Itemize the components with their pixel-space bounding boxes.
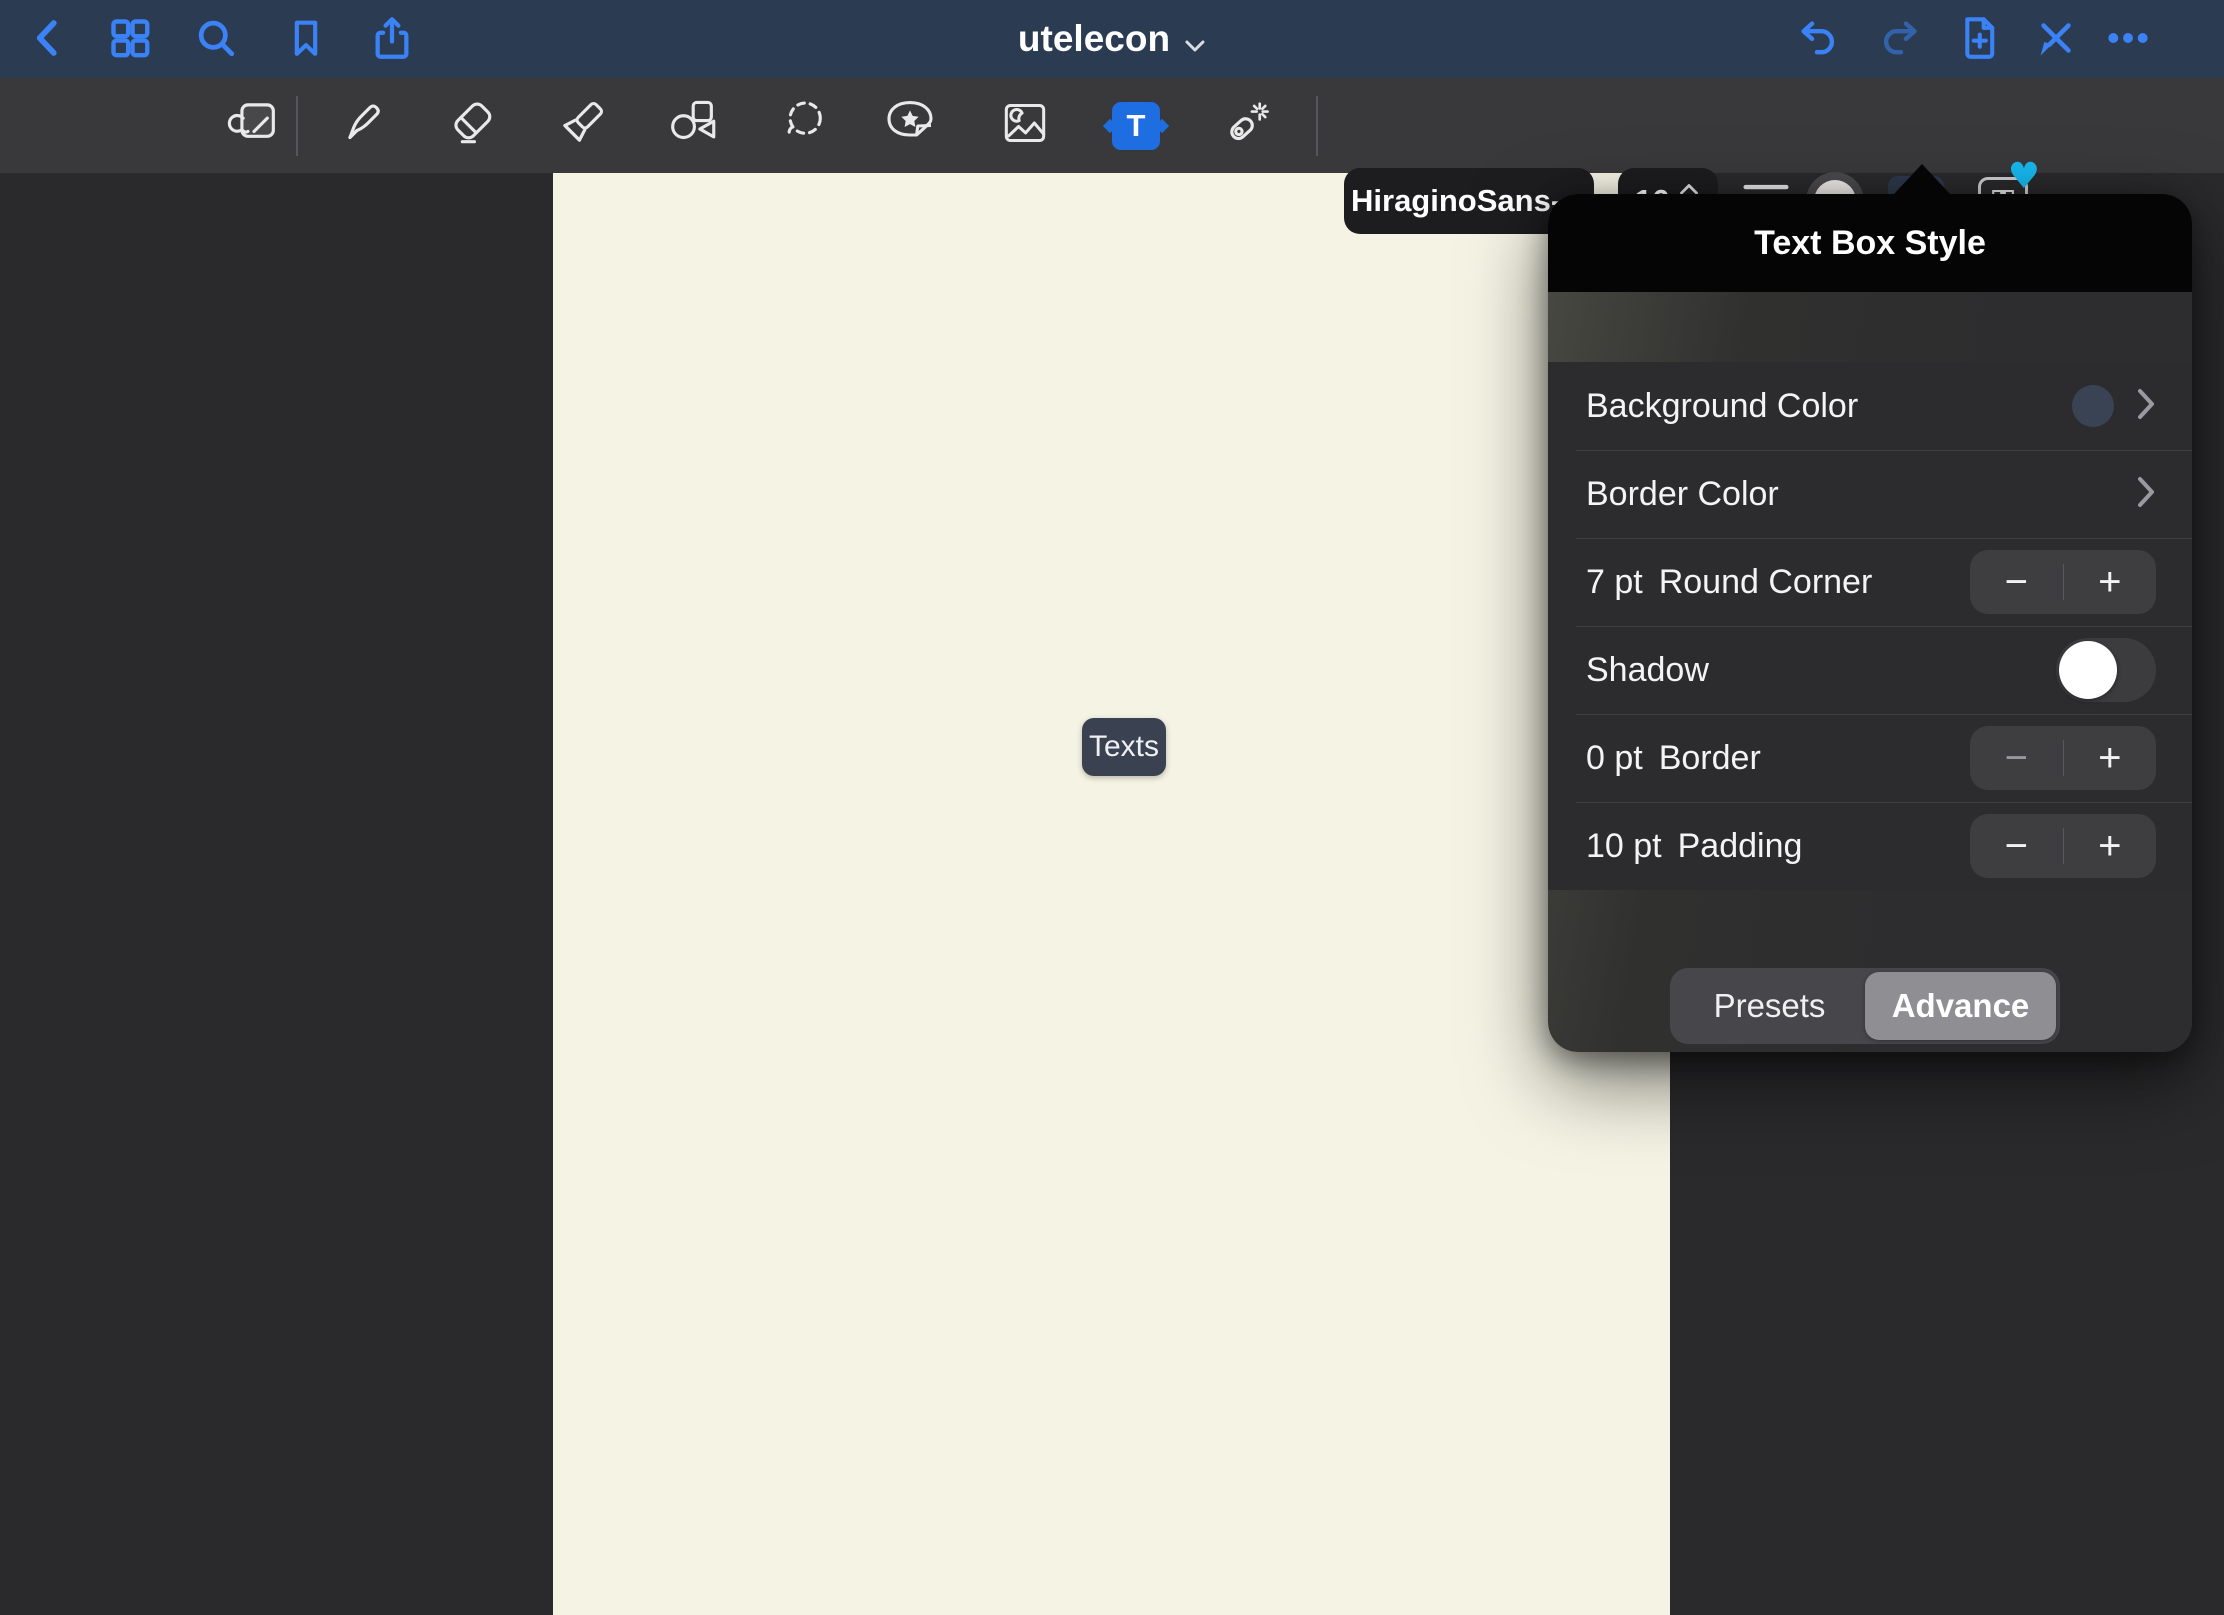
readonly-pen-icon xyxy=(2034,16,2078,60)
popover-header: Text Box Style xyxy=(1548,194,2192,292)
pages-grid-button[interactable] xyxy=(106,14,154,62)
background-color-swatch xyxy=(2072,385,2114,427)
laser-pointer-tool-button[interactable] xyxy=(1212,78,1276,173)
shapes-tool-button[interactable] xyxy=(660,78,724,173)
share-icon xyxy=(370,15,414,61)
heart-badge-icon: ♥ xyxy=(2008,159,2040,195)
chevron-right-icon xyxy=(2136,475,2156,514)
lasso-icon xyxy=(775,94,833,157)
border-stepper: − + xyxy=(1970,726,2156,790)
top-navbar: utelecon xyxy=(0,0,2224,78)
paper-page: Texts xyxy=(553,173,1670,1615)
more-icon xyxy=(2104,16,2152,60)
highlighter-icon xyxy=(553,94,611,157)
redo-button[interactable] xyxy=(1876,14,1924,62)
eraser-icon xyxy=(443,94,501,157)
document-title: utelecon xyxy=(1018,18,1170,60)
minus-button[interactable]: − xyxy=(1970,726,2063,790)
elements-icon xyxy=(225,94,283,157)
sticker-tool-button[interactable] xyxy=(878,78,942,173)
row-label: Shadow xyxy=(1586,651,1709,690)
popover-rows: Background Color Border Color 7 pt Round… xyxy=(1548,362,2192,890)
row-label: Round Corner xyxy=(1659,563,1873,602)
plus-button[interactable]: + xyxy=(2064,550,2157,614)
shadow-toggle[interactable] xyxy=(2056,638,2156,702)
row-border-width: 0 pt Border − + xyxy=(1548,714,2192,802)
pages-grid-icon xyxy=(108,16,152,60)
text-tool-icon: T xyxy=(1112,102,1160,150)
document-title-button[interactable]: utelecon xyxy=(1018,0,1206,78)
chevron-down-icon xyxy=(1184,21,1206,63)
round-corner-stepper: − + xyxy=(1970,550,2156,614)
popover-beak xyxy=(1894,164,1950,194)
sticker-icon xyxy=(880,94,940,157)
presets-advance-segmented: Presets Advance xyxy=(1670,968,2060,1044)
add-page-icon xyxy=(1956,14,2000,62)
toolbar-separator xyxy=(296,96,298,156)
pen-icon xyxy=(333,94,391,157)
more-button[interactable] xyxy=(2104,14,2152,62)
row-padding: 10 pt Padding − + xyxy=(1548,802,2192,890)
plus-button[interactable]: + xyxy=(2064,726,2157,790)
presets-tab[interactable]: Presets xyxy=(1674,972,1865,1040)
row-background-color[interactable]: Background Color xyxy=(1548,362,2192,450)
add-page-button[interactable] xyxy=(1954,14,2002,62)
app-root: utelecon xyxy=(0,0,2224,1615)
laser-pointer-icon xyxy=(1215,94,1273,157)
bookmark-icon xyxy=(286,16,326,60)
text-box-object[interactable]: Texts xyxy=(1082,718,1166,776)
search-button[interactable] xyxy=(192,14,240,62)
image-icon xyxy=(997,95,1053,156)
pen-tool-button[interactable] xyxy=(330,78,394,173)
popover-spacer xyxy=(1548,292,2192,362)
plus-button[interactable]: + xyxy=(2064,814,2157,878)
row-label: Border xyxy=(1659,739,1761,778)
chevron-right-icon xyxy=(2136,387,2156,426)
row-label: Padding xyxy=(1678,827,1803,866)
textbox-style-popover: Text Box Style Background Color Border C… xyxy=(1548,194,2192,1052)
redo-icon xyxy=(1877,16,1923,60)
highlighter-tool-button[interactable] xyxy=(550,78,614,173)
row-border-color[interactable]: Border Color xyxy=(1548,450,2192,538)
text-tool-button-selected[interactable]: T xyxy=(1104,78,1168,173)
edit-toolbar: T Hirag xyxy=(0,78,2224,173)
advance-tab[interactable]: Advance xyxy=(1865,972,2056,1040)
text-box-content: Texts xyxy=(1089,730,1159,764)
back-button[interactable] xyxy=(24,14,72,62)
round-corner-value: 7 pt xyxy=(1586,563,1643,602)
undo-button[interactable] xyxy=(1794,14,1842,62)
image-tool-button[interactable] xyxy=(993,78,1057,173)
shapes-icon xyxy=(663,94,721,157)
border-value: 0 pt xyxy=(1586,739,1643,778)
toolbar-separator xyxy=(1316,96,1318,156)
elements-tool-button[interactable] xyxy=(222,78,286,173)
readonly-pen-button[interactable] xyxy=(2032,14,2080,62)
row-label: Background Color xyxy=(1586,387,1858,426)
bookmark-button[interactable] xyxy=(282,14,330,62)
row-shadow: Shadow xyxy=(1548,626,2192,714)
minus-button[interactable]: − xyxy=(1970,814,2063,878)
row-round-corner: 7 pt Round Corner − + xyxy=(1548,538,2192,626)
eraser-tool-button[interactable] xyxy=(440,78,504,173)
back-icon xyxy=(28,16,68,60)
popover-footer: Presets Advance xyxy=(1548,890,2192,1052)
lasso-tool-button[interactable] xyxy=(772,78,836,173)
padding-value: 10 pt xyxy=(1586,827,1662,866)
search-icon xyxy=(194,16,238,60)
popover-title: Text Box Style xyxy=(1754,224,1986,263)
padding-stepper: − + xyxy=(1970,814,2156,878)
minus-button[interactable]: − xyxy=(1970,550,2063,614)
row-label: Border Color xyxy=(1586,475,1779,514)
toggle-knob xyxy=(2059,641,2117,699)
share-button[interactable] xyxy=(368,14,416,62)
undo-icon xyxy=(1795,16,1841,60)
